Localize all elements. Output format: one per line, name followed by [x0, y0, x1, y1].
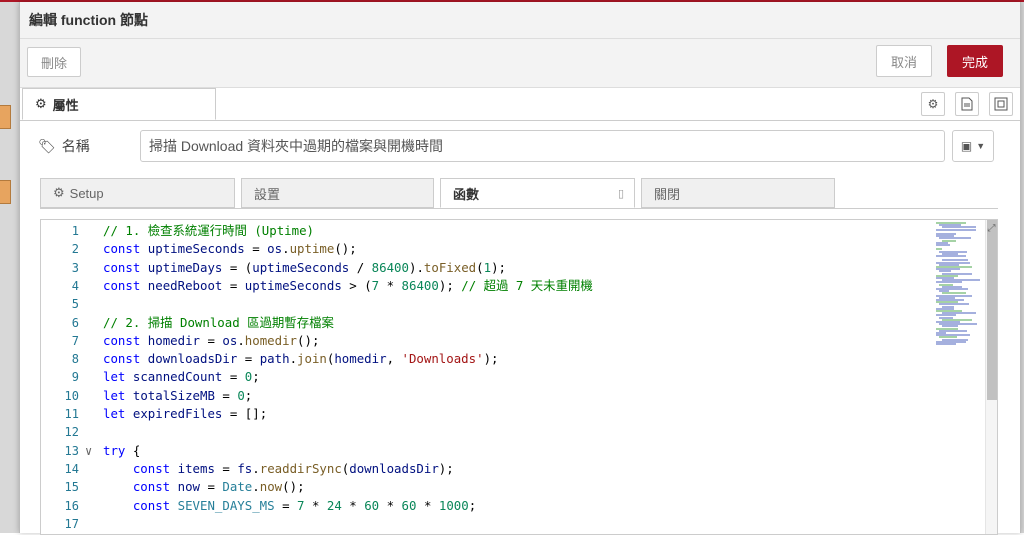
- name-label: 🏷 名稱: [38, 136, 90, 156]
- line-number: 9: [71, 370, 79, 385]
- line-number: 10: [64, 388, 79, 403]
- tray-toolbar: 刪除 取消 完成: [20, 39, 1020, 88]
- minimap-line: [936, 343, 956, 345]
- line-number: 15: [64, 480, 79, 495]
- tray-tabbar: ⚙ 屬性 ⚙: [20, 88, 1020, 121]
- settings-icon-button[interactable]: ⚙: [921, 92, 945, 116]
- code-text: const uptimeSeconds = os.uptime();: [103, 241, 357, 257]
- chevron-down-icon: ▼: [976, 141, 986, 151]
- edit-tray: 編輯 function 節點 刪除 取消 完成 ⚙ 屬性 ⚙ 🏷 名稱 掃描 D…: [19, 2, 1021, 535]
- subtab-settings[interactable]: 設置: [241, 178, 434, 208]
- node-library-button[interactable]: ▣ ▼: [952, 130, 994, 162]
- subtab-close[interactable]: 關閉: [641, 178, 835, 208]
- code-text: const uptimeDays = (uptimeSeconds / 8640…: [103, 259, 506, 275]
- tag-icon: 🏷: [38, 137, 56, 154]
- name-label-text: 名稱: [61, 138, 90, 154]
- expand-editor-icon[interactable]: ⤢: [985, 223, 997, 236]
- code-text: let expiredFiles = [];: [103, 406, 268, 421]
- flow-node-stub[interactable]: [0, 105, 11, 129]
- name-input[interactable]: 掃描 Download 資料夾中過期的檔案與開機時間: [140, 130, 945, 162]
- line-number: 2: [71, 242, 79, 257]
- tab-properties-label: 屬性: [52, 97, 79, 113]
- function-subtabs: ⚙ Setup 設置 函數 ▯ 關閉: [40, 178, 998, 209]
- line-number: 3: [71, 260, 79, 275]
- code-text: const SEVEN_DAYS_MS = 7 * 24 * 60 * 60 *…: [132, 497, 477, 513]
- line-number: 11: [64, 407, 79, 421]
- appearance-icon-button[interactable]: [989, 92, 1013, 116]
- document-icon: [961, 97, 973, 111]
- line-number: 1: [71, 224, 79, 238]
- line-number: 16: [64, 498, 79, 513]
- subtab-close-label: 關閉: [654, 186, 681, 202]
- subtab-settings-label: 設置: [254, 186, 281, 202]
- code-text: const now = Date.now();: [132, 479, 305, 495]
- line-number: 14: [64, 461, 79, 476]
- code-text: const homedir = os.homedir();: [103, 332, 320, 348]
- flow-node-stub[interactable]: [0, 180, 11, 204]
- editor-scrollbar[interactable]: [985, 220, 997, 534]
- line-number: 12: [64, 425, 79, 440]
- gear-icon: ⚙: [53, 185, 65, 200]
- subtab-function-label: 函數: [453, 186, 480, 202]
- line-number: 7: [71, 333, 79, 348]
- description-icon-button[interactable]: [955, 92, 979, 116]
- code-text: // 1. 檢查系統運行時間 (Uptime): [103, 223, 315, 238]
- code-text: const needReboot = uptimeSeconds > (7 * …: [103, 277, 593, 293]
- minimap-line: [936, 228, 976, 231]
- line-number: 5: [71, 297, 79, 312]
- tray-title: 編輯 function 節點: [29, 12, 148, 28]
- editor-scrollbar-thumb[interactable]: [987, 220, 997, 400]
- cancel-button[interactable]: 取消: [876, 45, 932, 77]
- tab-properties[interactable]: ⚙ 屬性: [22, 88, 216, 120]
- subtab-function[interactable]: 函數 ▯: [440, 178, 635, 208]
- document-icon: ▯: [617, 187, 624, 200]
- code-text: let totalSizeMB = 0;: [103, 387, 253, 403]
- subtab-setup-label: Setup: [69, 185, 104, 201]
- fold-chevron-icon[interactable]: ∨: [85, 442, 92, 460]
- code-text: const items = fs.readdirSync(downloadsDi…: [132, 460, 454, 476]
- code-text: // 2. 掃描 Download 區過期暫存檔案: [103, 314, 334, 330]
- code-minimap[interactable]: [936, 220, 984, 350]
- line-number: 4: [71, 278, 79, 293]
- frame-icon: [994, 97, 1008, 111]
- done-button[interactable]: 完成: [947, 45, 1003, 77]
- name-row: 🏷 名稱 掃描 Download 資料夾中過期的檔案與開機時間 ▣ ▼: [20, 130, 1020, 164]
- minimap-line: [936, 244, 950, 246]
- line-number: 13: [64, 443, 79, 458]
- delete-button[interactable]: 刪除: [27, 47, 81, 77]
- line-number: 17: [64, 516, 79, 531]
- code-editor[interactable]: 1 // 1. 檢查系統運行時間 (Uptime) 2 const uptimeSec…: [40, 219, 998, 535]
- line-number: 8: [71, 352, 79, 367]
- code-text: try {: [103, 442, 141, 458]
- gear-icon: ⚙: [927, 97, 939, 111]
- code-text: const downloadsDir = path.join(homedir, …: [103, 351, 499, 367]
- minimap-line: [936, 255, 966, 257]
- subtab-setup[interactable]: ⚙ Setup: [40, 178, 235, 208]
- code-text: let scannedCount = 0;: [103, 369, 260, 385]
- line-number: 6: [71, 315, 79, 330]
- gear-icon: ⚙: [35, 96, 47, 111]
- tray-header: 編輯 function 節點: [20, 2, 1020, 39]
- book-icon: ▣: [960, 139, 973, 153]
